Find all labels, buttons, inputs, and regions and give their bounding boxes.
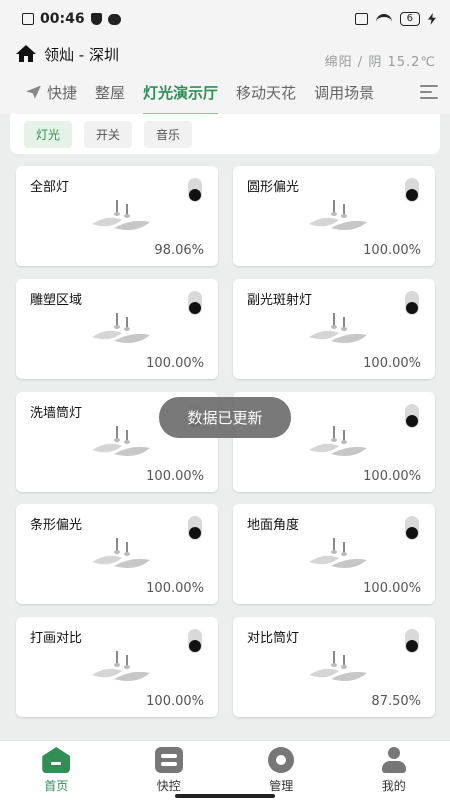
- brightness-value: 87.50%: [371, 694, 421, 709]
- header: 领灿 - 深圳 绵阳 / 阴 15.2℃: [0, 38, 450, 70]
- bottom-nav-label: 我的: [381, 779, 406, 793]
- tab-scenes[interactable]: 调用场景: [314, 82, 374, 103]
- message-icon: [107, 13, 121, 25]
- wifi-icon: [375, 14, 392, 24]
- light-toggle[interactable]: [405, 178, 419, 202]
- light-name: 全部灯: [30, 180, 70, 195]
- light-card[interactable]: 圆形偏光 100.00%: [233, 166, 435, 266]
- light-toggle[interactable]: [405, 291, 419, 315]
- light-toggle[interactable]: [405, 516, 419, 540]
- light-card[interactable]: 打画对比 100.00%: [16, 617, 218, 717]
- tab-label: 调用场景: [314, 83, 375, 102]
- bottom-nav-label: 首页: [44, 779, 69, 793]
- light-toggle[interactable]: [188, 629, 202, 653]
- lamp-icon: [92, 313, 150, 343]
- category-nav: 快捷 整屋 灯光演示厅 移动天花 调用场景: [0, 70, 450, 115]
- gear-icon: [268, 747, 295, 773]
- brightness-value: 100.00%: [146, 694, 204, 709]
- lamp-icon: [309, 651, 367, 681]
- light-toggle[interactable]: [188, 291, 202, 315]
- weather-info: 绵阳 / 阴 15.2℃: [324, 54, 436, 70]
- quick-control-icon: [154, 747, 183, 773]
- light-toggle[interactable]: [405, 629, 419, 653]
- light-name: 洗墙筒灯: [30, 406, 83, 421]
- bottom-nav-me[interactable]: 我的: [354, 747, 434, 794]
- tab-label: 灯光演示厅: [143, 83, 219, 102]
- tab-label: 移动天花: [236, 83, 297, 102]
- brightness-value: 100.00%: [363, 581, 421, 596]
- toast-message: 数据已更新: [159, 397, 291, 438]
- home-icon: [42, 747, 71, 773]
- light-name: 打画对比: [30, 631, 83, 646]
- charging-icon: [428, 13, 436, 25]
- lamp-icon: [309, 538, 367, 568]
- light-card[interactable]: 对比筒灯 87.50%: [233, 617, 435, 717]
- subtab-switches[interactable]: 开关: [84, 120, 133, 148]
- home-name[interactable]: 领灿 - 深圳: [44, 44, 119, 65]
- brightness-value: 98.06%: [154, 243, 204, 258]
- bottom-nav: 首页 快控 管理 我的: [0, 740, 450, 800]
- status-time: 00:46: [40, 11, 85, 27]
- bottom-nav-label: 管理: [269, 779, 294, 793]
- status-bar: 00:46 6: [0, 0, 450, 38]
- brightness-value: 100.00%: [146, 581, 204, 596]
- notification-icon: [22, 13, 34, 25]
- brightness-value: 100.00%: [363, 469, 421, 484]
- light-name: 副光斑射灯: [247, 293, 313, 308]
- lamp-icon: [92, 651, 150, 681]
- bottom-nav-quick-control[interactable]: 快控: [129, 747, 209, 794]
- status-left: 00:46: [22, 11, 121, 27]
- light-name: 地面角度: [247, 518, 300, 533]
- user-icon: [381, 747, 406, 773]
- home-icon[interactable]: [16, 45, 36, 63]
- brightness-value: 100.00%: [363, 356, 421, 371]
- subtab-music[interactable]: 音乐: [144, 120, 193, 148]
- light-toggle[interactable]: [188, 178, 202, 202]
- tab-label: 整屋: [95, 83, 126, 102]
- brightness-value: 100.00%: [146, 356, 204, 371]
- light-card[interactable]: 雕塑区域 100.00%: [16, 279, 218, 379]
- light-card[interactable]: 副光斑射灯 100.00%: [233, 279, 435, 379]
- home-indicator: [175, 794, 275, 798]
- tab-lighting-hall[interactable]: 灯光演示厅: [143, 82, 219, 115]
- light-name: 圆形偏光: [247, 180, 300, 195]
- shield-icon: [90, 13, 102, 25]
- device-type-tabs: 灯光 开关 音乐: [10, 114, 440, 154]
- brightness-value: 100.00%: [363, 243, 421, 258]
- menu-icon[interactable]: [420, 85, 438, 99]
- vibrate-icon: [354, 13, 368, 25]
- tab-label: 快捷: [47, 83, 78, 102]
- battery-icon: 6: [399, 12, 420, 26]
- light-name: 雕塑区域: [30, 293, 83, 308]
- bottom-nav-home[interactable]: 首页: [16, 747, 96, 794]
- lamp-icon: [309, 200, 367, 230]
- lamp-icon: [92, 538, 150, 568]
- lamp-icon: [309, 313, 367, 343]
- tab-whole-house[interactable]: 整屋: [95, 82, 125, 103]
- light-card[interactable]: 条形偏光 100.00%: [16, 504, 218, 604]
- status-right: 6: [354, 12, 436, 26]
- tab-shortcut[interactable]: 快捷: [26, 82, 77, 103]
- light-toggle[interactable]: [188, 516, 202, 540]
- light-card[interactable]: 地面角度 100.00%: [233, 504, 435, 604]
- lamp-icon: [92, 426, 150, 456]
- light-card[interactable]: 全部灯 98.06%: [16, 166, 218, 266]
- light-name: 对比筒灯: [247, 631, 300, 646]
- brightness-value: 100.00%: [146, 469, 204, 484]
- lamp-icon: [309, 426, 367, 456]
- bottom-nav-manage[interactable]: 管理: [241, 747, 321, 794]
- lamp-icon: [92, 200, 150, 230]
- tab-mobile-ceiling[interactable]: 移动天花: [236, 82, 296, 103]
- light-toggle[interactable]: [405, 404, 419, 428]
- subtab-lights[interactable]: 灯光: [24, 120, 73, 148]
- send-icon: [26, 85, 41, 99]
- light-name: 条形偏光: [30, 518, 83, 533]
- bottom-nav-label: 快控: [156, 779, 181, 793]
